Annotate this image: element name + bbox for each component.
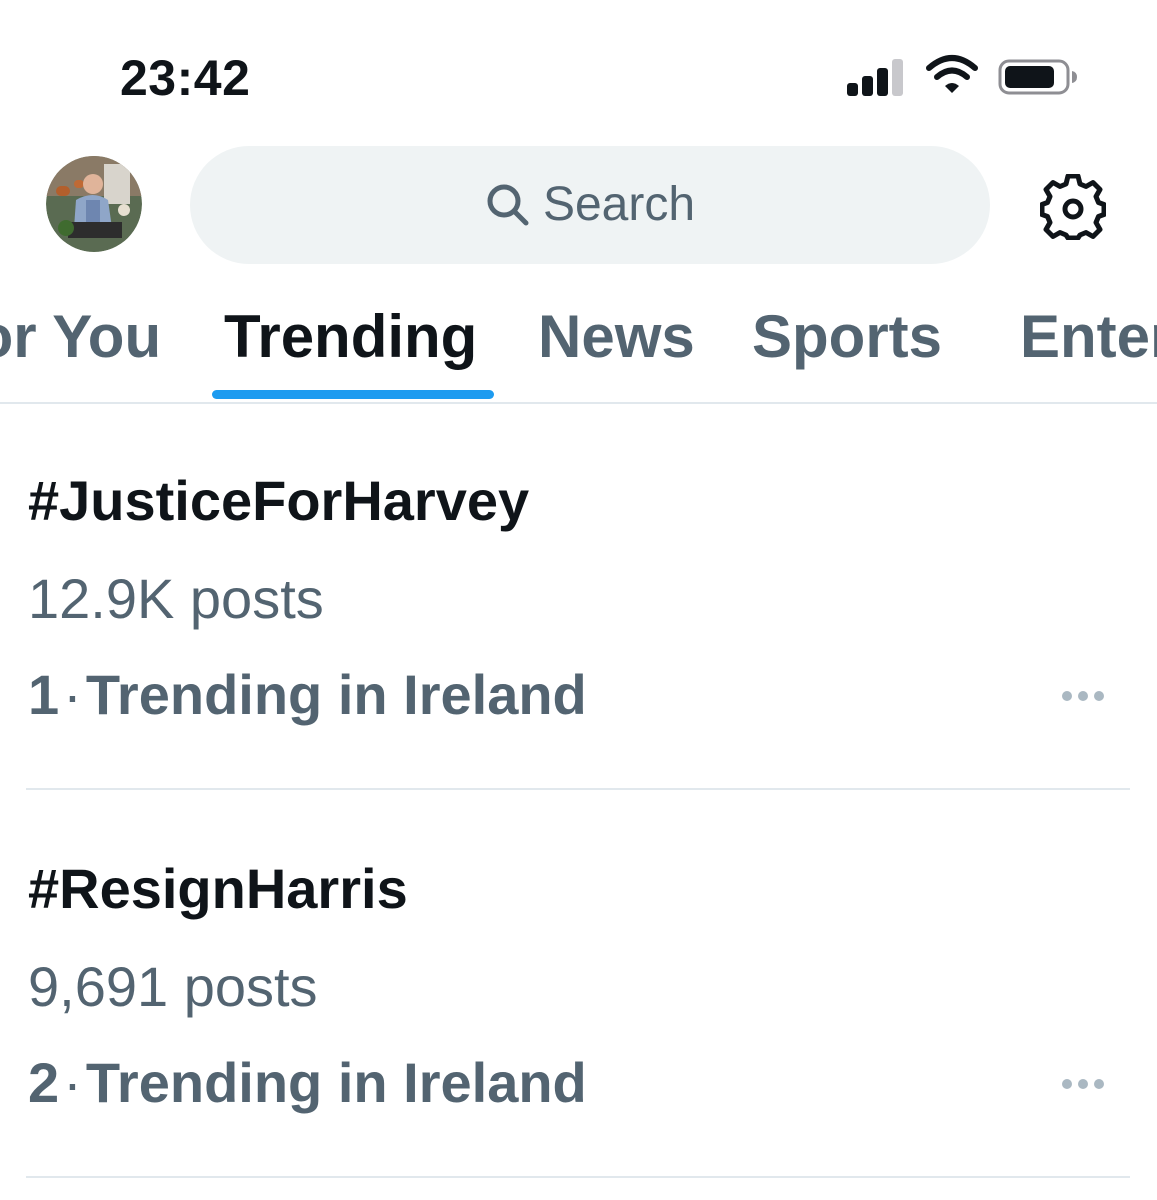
cellular-signal-icon [845,58,905,96]
trend-post-count: 12.9K posts [28,567,324,630]
trend-item[interactable]: #JusticeForHarvey 12.9K posts 1·Trending… [0,402,1157,790]
more-options-icon[interactable] [1058,1074,1108,1094]
tab-news[interactable]: News [538,304,695,370]
tab-for-you[interactable]: For You [0,304,161,370]
trend-separator: · [63,663,82,726]
profile-avatar-icon [46,156,142,252]
battery-icon [998,59,1077,95]
tab-trending[interactable]: Trending [224,304,477,370]
search-icon [487,184,529,226]
status-time: 23:42 [120,50,251,106]
wifi-icon [926,55,978,93]
trend-context: 2·Trending in Ireland [28,1048,587,1118]
search-placeholder: Search [542,178,696,231]
trend-separator: · [63,1051,82,1114]
trend-post-count: 9,691 posts [28,955,318,1018]
tab-sports[interactable]: Sports [752,304,942,370]
tab-entertainment[interactable]: Entertainment [1020,304,1157,370]
active-tab-indicator [212,390,494,399]
gear-icon[interactable] [1040,174,1106,240]
divider [26,1176,1130,1178]
trend-name: #JusticeForHarvey [28,469,530,532]
more-options-icon[interactable] [1058,686,1108,706]
trend-item[interactable]: #ResignHarris 9,691 posts 2·Trending in … [0,790,1157,1178]
trend-rank: 1 [28,663,60,726]
trend-name: #ResignHarris [28,857,408,920]
tab-bar: For You Trending News Sports Entertainme… [0,290,1157,404]
trend-context: 1·Trending in Ireland [28,660,587,730]
search-input[interactable]: Search [190,146,990,264]
trend-location: Trending in Ireland [85,663,587,726]
trend-location: Trending in Ireland [85,1051,587,1114]
avatar[interactable] [46,156,142,252]
trend-rank: 2 [28,1051,60,1114]
